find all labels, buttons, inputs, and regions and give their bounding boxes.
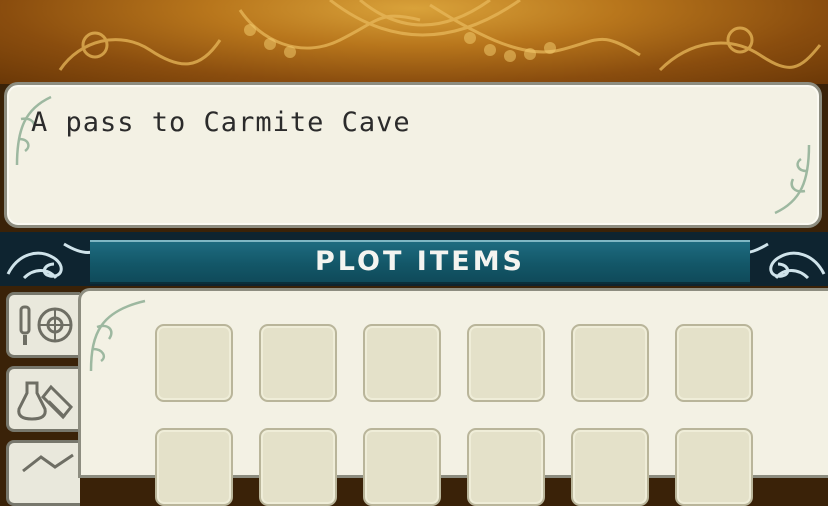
item-slot[interactable] xyxy=(259,324,337,402)
tab-misc[interactable] xyxy=(6,440,80,506)
dragon-ornament-banner xyxy=(0,0,828,84)
category-header-bar: PLOT ITEMS xyxy=(90,240,750,284)
item-slot[interactable] xyxy=(363,324,441,402)
sword-shield-icon xyxy=(19,305,73,345)
item-slot[interactable] xyxy=(155,324,233,402)
item-slot[interactable] xyxy=(571,324,649,402)
item-slot[interactable] xyxy=(675,324,753,402)
item-description-text: A pass to Carmite Cave xyxy=(31,107,411,138)
item-slot[interactable] xyxy=(155,428,233,506)
tab-equipment[interactable] xyxy=(6,292,80,358)
item-slot[interactable] xyxy=(571,428,649,506)
item-slot[interactable] xyxy=(467,428,545,506)
item-slot[interactable] xyxy=(467,324,545,402)
wave-ornament-icon xyxy=(6,242,93,280)
item-slot[interactable] xyxy=(363,428,441,506)
misc-item-icon xyxy=(22,453,74,473)
dragon-ornament-icon xyxy=(58,0,822,72)
category-title: PLOT ITEMS xyxy=(314,246,526,277)
item-description-box: A pass to Carmite Cave xyxy=(4,82,822,228)
wave-ornament-icon xyxy=(741,242,826,280)
potion-scroll-icon xyxy=(17,381,74,421)
corner-flourish-icon xyxy=(774,144,811,215)
item-grid-panel xyxy=(78,288,828,506)
tab-consumables[interactable] xyxy=(6,366,80,432)
item-slot[interactable] xyxy=(675,428,753,506)
item-slot[interactable] xyxy=(259,428,337,506)
corner-flourish-icon xyxy=(89,299,146,372)
